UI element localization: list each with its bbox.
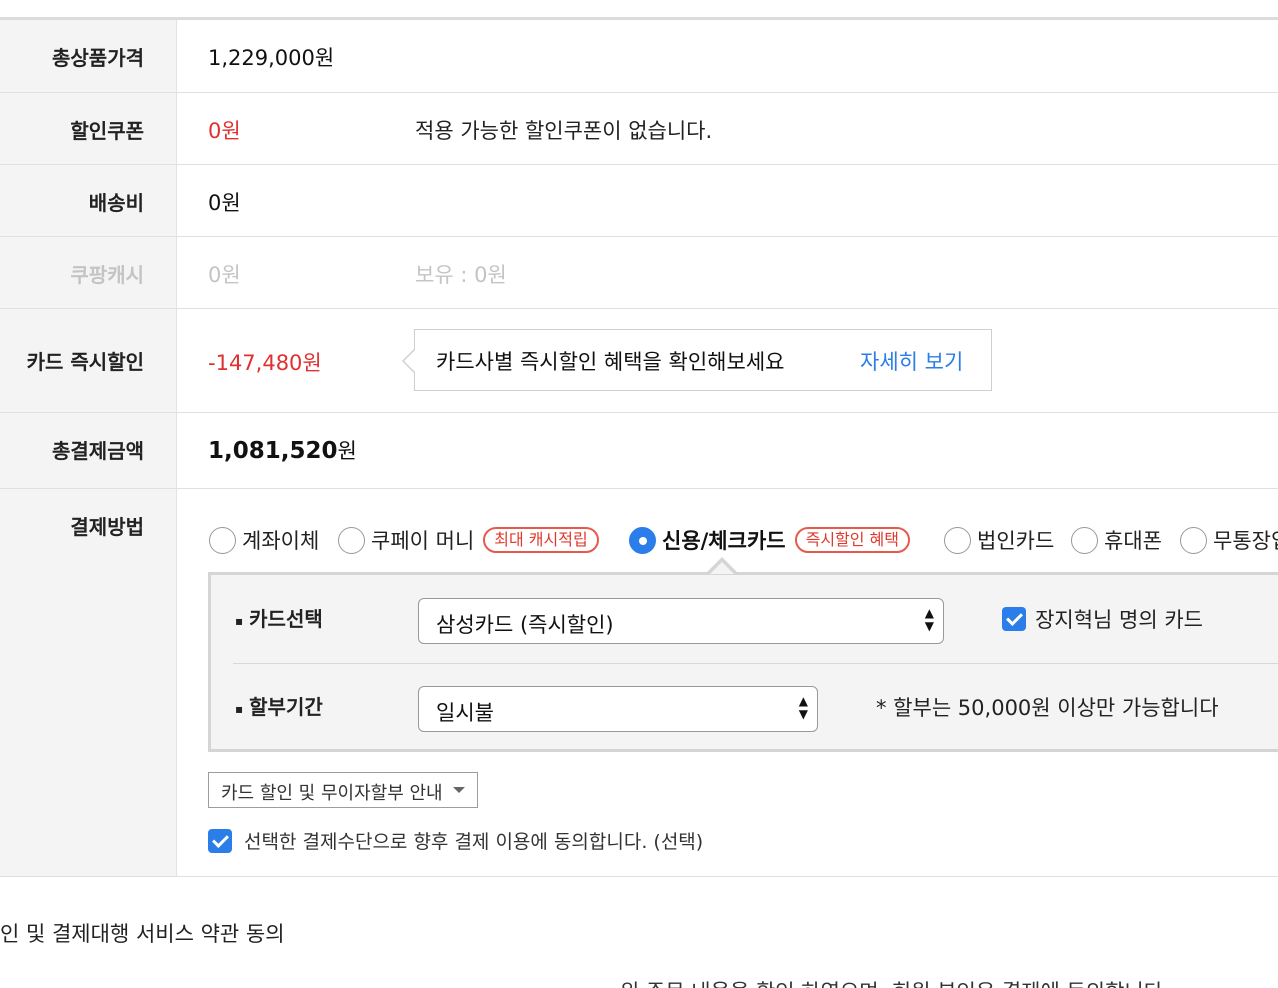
total-payment-value: 1,081,520원 [208, 435, 357, 465]
radio-corporate-card[interactable]: 법인카드 [944, 525, 1054, 555]
agree-label: 선택한 결제수단으로 향후 결제 이용에 동의합니다. (선택) [244, 831, 704, 853]
checkbox-checked-icon[interactable] [1002, 607, 1026, 631]
coupon-label: 할인쿠폰 [70, 119, 144, 143]
tooltip-text: 카드사별 즉시할인 혜택을 확인해보세요 [436, 350, 785, 374]
coupon-value: 0원 [208, 119, 241, 143]
card-select-value: 삼성카드 (즉시할인) [436, 613, 614, 637]
total-payment-row: 총결제금액 1,081,520원 [0, 413, 1278, 489]
installment-note: * 할부는 50,000원 이상만 가능합니다 [876, 696, 1219, 720]
payment-method-label: 결제방법 [70, 515, 144, 539]
terms-agreement-title: 인 및 결제대행 서비스 약관 동의 [0, 922, 285, 946]
shipping-row: 배송비 0원 [0, 165, 1278, 237]
card-options-panel: 카드선택 삼성카드 (즉시할인) ▲▼ 장지혁님 명의 카드 할부기간 일시불 … [208, 572, 1278, 752]
card-discount-label: 카드 즉시할인 [26, 350, 144, 374]
card-discount-tooltip: 카드사별 즉시할인 혜택을 확인해보세요 자세히 보기 [402, 329, 992, 391]
radio-label: 쿠페이 머니 [371, 529, 475, 553]
cash-value: 0원 [208, 263, 241, 287]
total-payment-unit: 원 [337, 439, 357, 463]
card-discount-value: -147,480원 [208, 351, 322, 375]
card-select-label: 카드선택 [235, 603, 323, 632]
panel-divider [233, 663, 1278, 664]
payment-method-row: 결제방법 계좌이체 쿠페이 머니 최대 캐시적립 신용/체크카드 즉시할인 혜택… [0, 489, 1278, 877]
card-guide-dropdown[interactable]: 카드 할인 및 무이자할부 안내 [208, 772, 478, 808]
details-link[interactable]: 자세히 보기 [860, 346, 963, 376]
row-label-cell: 총상품가격 [0, 20, 177, 92]
checkbox-checked-icon[interactable] [208, 828, 232, 853]
shipping-value: 0원 [208, 191, 241, 215]
radio-button[interactable] [1071, 526, 1098, 554]
row-label-cell: 총결제금액 [0, 413, 177, 488]
radio-button-selected[interactable] [629, 526, 656, 554]
total-payment-label: 총결제금액 [52, 439, 144, 463]
coupon-row: 할인쿠폰 0원 적용 가능한 할인쿠폰이 없습니다. [0, 93, 1278, 165]
total-price-value: 1,229,000원 [208, 46, 335, 70]
radio-button[interactable] [1180, 526, 1207, 554]
coupon-note: 적용 가능한 할인쿠폰이 없습니다. [415, 119, 713, 143]
cash-row: 쿠팡캐시 0원 보유 : 0원 [0, 237, 1278, 309]
owner-card-checkbox[interactable]: 장지혁님 명의 카드 [1002, 604, 1203, 634]
row-label-cell: 배송비 [0, 165, 177, 236]
card-guide-label: 카드 할인 및 무이자할부 안내 [221, 783, 443, 804]
instant-discount-badge: 즉시할인 혜택 [794, 527, 910, 553]
radio-bank-transfer[interactable]: 계좌이체 [209, 525, 319, 555]
radio-bank-deposit[interactable]: 무통장입금 [1180, 525, 1278, 555]
radio-button[interactable] [944, 526, 971, 554]
cash-label: 쿠팡캐시 [70, 263, 144, 287]
shipping-label: 배송비 [88, 191, 144, 215]
total-payment-amount: 1,081,520 [208, 438, 338, 464]
future-payment-agree-checkbox[interactable]: 선택한 결제수단으로 향후 결제 이용에 동의합니다. (선택) [208, 827, 703, 854]
row-label-cell: 카드 즉시할인 [0, 309, 177, 412]
owner-card-label: 장지혁님 명의 카드 [1035, 608, 1204, 632]
card-discount-row: 카드 즉시할인 -147,480원 카드사별 즉시할인 혜택을 확인해보세요 자… [0, 309, 1278, 413]
order-confirm-text: 위 주문 내용을 확인 하였으며, 회원 본인은 결제에 동의합니다. [620, 976, 1170, 988]
total-price-row: 총상품가격 1,229,000원 [0, 20, 1278, 93]
radio-label: 법인카드 [977, 529, 1055, 553]
up-down-arrows-icon: ▲ ▼ [798, 694, 808, 721]
radio-credit-card[interactable]: 신용/체크카드 즉시할인 혜택 [629, 525, 910, 555]
up-down-arrows-icon: ▲ ▼ [924, 606, 934, 633]
cash-balance-note: 보유 : 0원 [415, 263, 507, 287]
radio-label: 휴대폰 [1104, 529, 1162, 553]
row-label-cell: 결제방법 [0, 489, 177, 876]
radio-mobile-phone[interactable]: 휴대폰 [1071, 525, 1162, 555]
radio-label: 신용/체크카드 [662, 529, 786, 553]
installment-label: 할부기간 [235, 691, 323, 720]
tooltip-arrow-fill [404, 349, 416, 373]
radio-button[interactable] [338, 526, 365, 554]
installment-dropdown[interactable]: 일시불 ▲ ▼ [418, 686, 818, 732]
panel-caret-fill [710, 562, 734, 574]
row-label-cell: 쿠팡캐시 [0, 237, 177, 308]
radio-label: 무통장입금 [1213, 529, 1278, 553]
total-price-label: 총상품가격 [52, 46, 144, 70]
radio-coupay-money[interactable]: 쿠페이 머니 최대 캐시적립 [338, 525, 599, 555]
row-label-cell: 할인쿠폰 [0, 93, 177, 164]
radio-button[interactable] [209, 526, 236, 554]
card-select-dropdown[interactable]: 삼성카드 (즉시할인) ▲ ▼ [418, 598, 944, 644]
installment-value: 일시불 [436, 701, 494, 725]
dropdown-triangle-icon [453, 787, 465, 793]
radio-label: 계좌이체 [242, 529, 320, 553]
cash-reward-badge: 최대 캐시적립 [483, 527, 599, 553]
